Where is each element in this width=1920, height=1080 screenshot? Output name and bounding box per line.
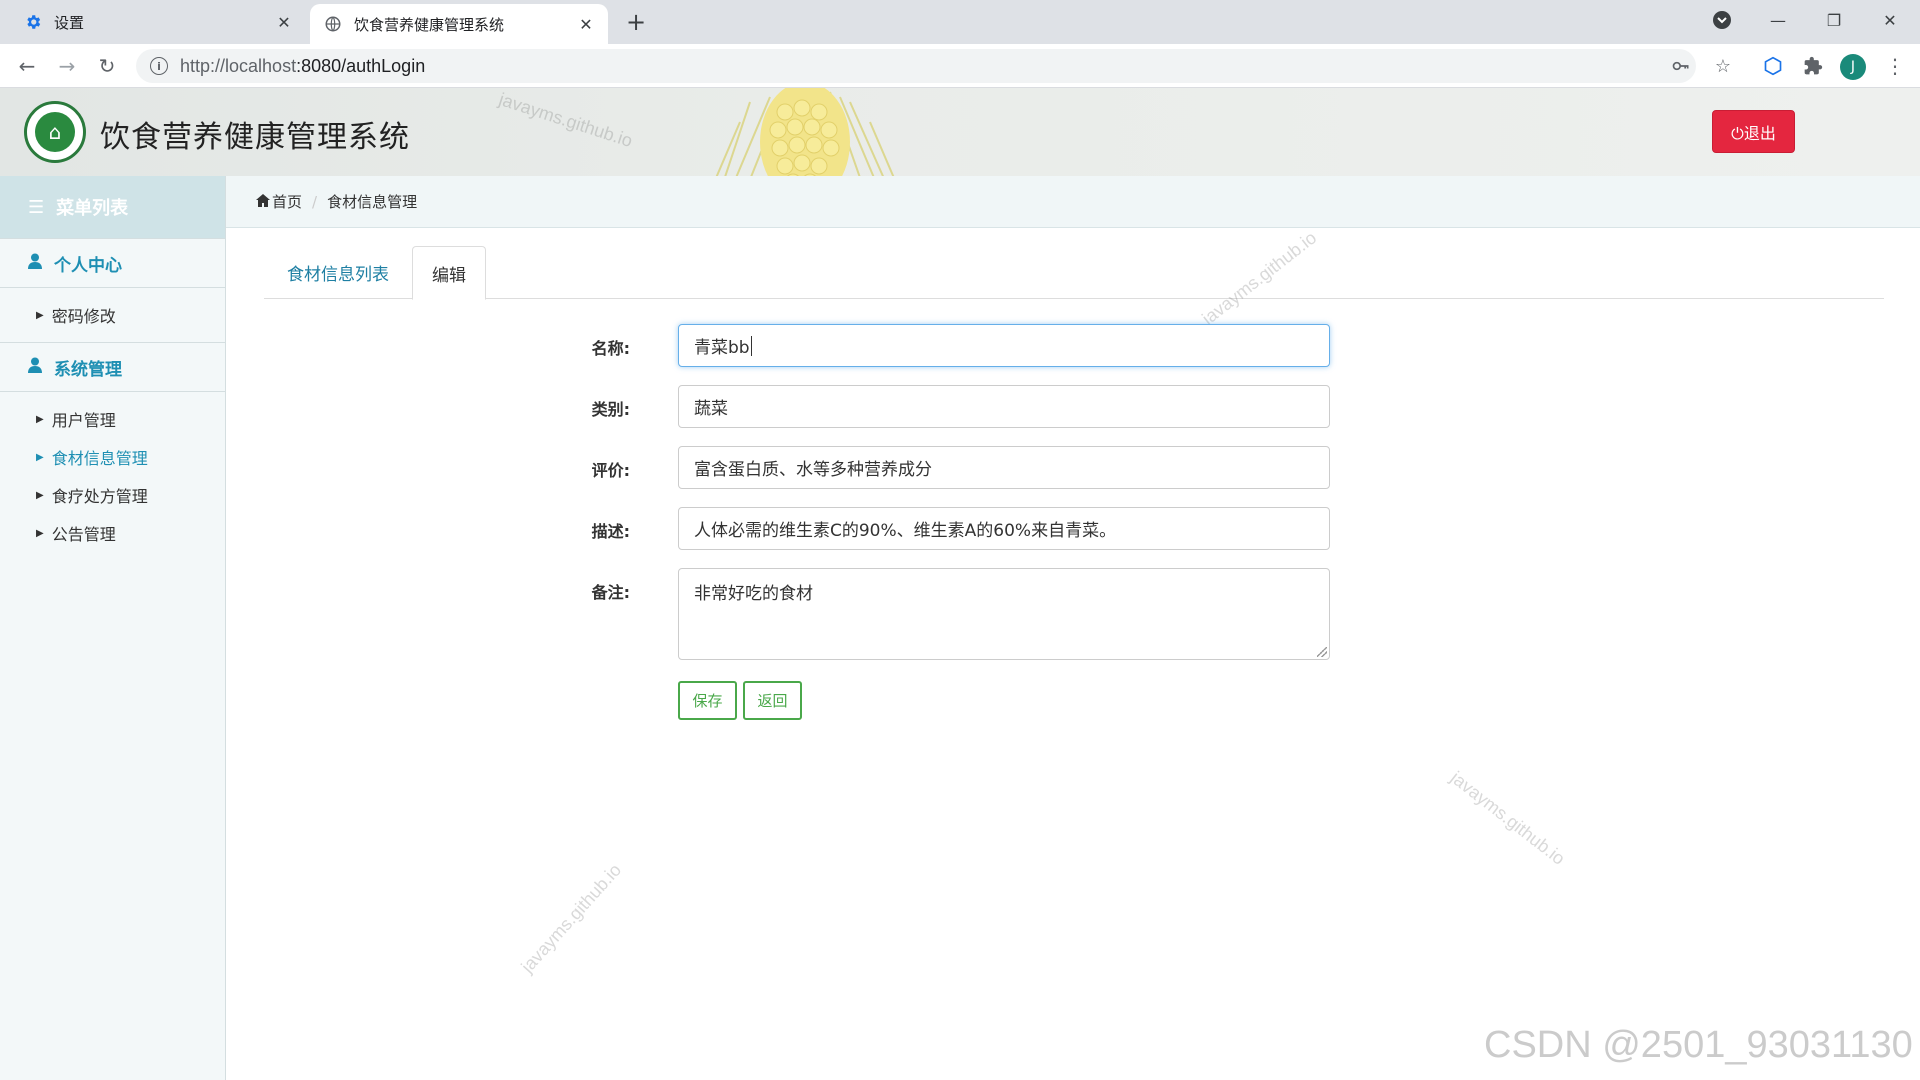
- tab-ingredient-list[interactable]: 食材信息列表: [264, 246, 412, 299]
- content-tabs: 食材信息列表 编辑: [264, 246, 1884, 300]
- close-icon[interactable]: ✕: [274, 12, 294, 32]
- sidebar-item-users[interactable]: ▶ 用户管理: [0, 400, 225, 438]
- reload-icon[interactable]: ↻: [92, 51, 122, 81]
- sidebar-group-label: 个人中心: [54, 255, 122, 276]
- sidebar-group-label: 系统管理: [54, 359, 122, 380]
- sidebar-sublist: ▶ 用户管理 ▶ 食材信息管理 ▶ 食疗处方管理 ▶ 公告管理: [0, 392, 225, 560]
- user-icon: [28, 253, 42, 273]
- remarks-textarea[interactable]: 非常好吃的食材: [678, 568, 1330, 660]
- caret-right-icon: ▶: [36, 413, 44, 425]
- caret-right-icon: ▶: [36, 309, 44, 321]
- watermark: javayms.github.io: [496, 89, 635, 152]
- remarks-label: 备注:: [591, 583, 630, 602]
- app-header: ⌂ 饮食营养健康管理系统 javayms.github.io ⏻退出: [0, 88, 1920, 176]
- caret-right-icon: ▶: [36, 527, 44, 539]
- evaluation-label: 评价:: [591, 461, 630, 480]
- caret-right-icon: ▶: [36, 451, 44, 463]
- back-arrow-icon[interactable]: ←: [12, 51, 42, 81]
- logout-button[interactable]: ⏻退出: [1712, 110, 1795, 153]
- more-menu-icon[interactable]: ⋮: [1880, 51, 1910, 81]
- description-label: 描述:: [591, 522, 630, 541]
- sidebar-item-label: 食疗处方管理: [51, 487, 148, 506]
- sidebar-item-label: 用户管理: [51, 411, 116, 430]
- sidebar-item-label: 食材信息管理: [51, 449, 148, 468]
- site-info-icon[interactable]: i: [150, 57, 168, 75]
- tab-search-icon[interactable]: [1694, 0, 1750, 40]
- sidebar-item-password[interactable]: ▶ 密码修改: [0, 296, 225, 334]
- university-logo: ⌂: [24, 101, 86, 163]
- sidebar-group-system[interactable]: 系统管理: [0, 342, 225, 392]
- watermark: javayms.github.io: [517, 859, 626, 977]
- caret-right-icon: ▶: [36, 489, 44, 501]
- browser-tab-app[interactable]: 饮食营养健康管理系统 ✕: [310, 4, 608, 44]
- close-icon[interactable]: ✕: [576, 14, 596, 34]
- corn-banner-image: [715, 88, 895, 176]
- csdn-watermark: CSDN @2501_93031130: [1484, 1024, 1913, 1066]
- menu-header-label: 菜单列表: [56, 198, 129, 219]
- star-icon[interactable]: ☆: [1708, 51, 1738, 81]
- app-title: 饮食营养健康管理系统: [100, 120, 410, 155]
- tab-edit[interactable]: 编辑: [412, 246, 486, 300]
- list-icon: ☰: [28, 196, 45, 218]
- url-text: http://localhost:8080/authLogin: [180, 55, 426, 76]
- browser-toolbar: ← → ↻ i http://localhost:8080/authLogin …: [0, 44, 1920, 88]
- browser-tabstrip: 设置 ✕ 饮食营养健康管理系统 ✕ + — ❐ ✕: [0, 0, 1920, 44]
- sidebar-item-prescriptions[interactable]: ▶ 食疗处方管理: [0, 476, 225, 514]
- breadcrumb-home[interactable]: 首页: [272, 191, 302, 212]
- address-bar[interactable]: i http://localhost:8080/authLogin: [136, 49, 1696, 83]
- breadcrumb: 首页 / 食材信息管理: [226, 176, 1920, 228]
- name-input[interactable]: 青菜bb: [678, 324, 1330, 367]
- sidebar-item-announcements[interactable]: ▶ 公告管理: [0, 514, 225, 552]
- sidebar-item-ingredients[interactable]: ▶ 食材信息管理: [0, 438, 225, 476]
- browser-tab-settings[interactable]: 设置 ✕: [0, 0, 306, 44]
- puzzle-icon[interactable]: [1798, 51, 1828, 81]
- tab-title: 饮食营养健康管理系统: [354, 15, 505, 34]
- new-tab-button[interactable]: +: [622, 8, 650, 36]
- tab-title: 设置: [54, 13, 85, 32]
- user-icon: [28, 357, 42, 377]
- resize-grip-icon[interactable]: [1317, 647, 1327, 657]
- key-icon[interactable]: [1666, 51, 1696, 81]
- evaluation-input[interactable]: 富含蛋白质、水等多种营养成分: [678, 446, 1330, 489]
- forward-arrow-icon[interactable]: →: [52, 51, 82, 81]
- sidebar-item-label: 公告管理: [51, 525, 116, 544]
- back-button[interactable]: 返回: [743, 681, 802, 720]
- restore-icon[interactable]: ❐: [1806, 0, 1862, 40]
- sidebar-group-personal[interactable]: 个人中心: [0, 238, 225, 288]
- breadcrumb-current: 食材信息管理: [327, 193, 418, 211]
- category-input[interactable]: 蔬菜: [678, 385, 1330, 428]
- globe-icon: [324, 15, 342, 33]
- house-icon: ⌂: [35, 112, 75, 152]
- description-input[interactable]: 人体必需的维生素C的90%、维生素A的60%来自青菜。: [678, 507, 1330, 550]
- sidebar-sublist: ▶ 密码修改: [0, 288, 225, 342]
- name-label: 名称:: [591, 339, 630, 358]
- window-close-icon[interactable]: ✕: [1862, 0, 1918, 40]
- breadcrumb-separator: /: [312, 192, 318, 211]
- sidebar-item-label: 密码修改: [51, 307, 116, 326]
- minimize-icon[interactable]: —: [1750, 0, 1806, 40]
- home-icon: [256, 193, 270, 211]
- save-button[interactable]: 保存: [678, 681, 737, 720]
- watermark: javayms.github.io: [1446, 767, 1569, 869]
- profile-avatar[interactable]: J: [1840, 54, 1866, 80]
- menu-header: ☰ 菜单列表: [0, 176, 225, 238]
- gear-icon: [24, 13, 42, 31]
- category-label: 类别:: [591, 400, 630, 419]
- sidebar: ☰ 菜单列表 个人中心 ▶ 密码修改 系统管理 ▶ 用户管理 ▶ 食材信息管理 …: [0, 176, 226, 1080]
- extension-hexagon-icon[interactable]: [1758, 51, 1788, 81]
